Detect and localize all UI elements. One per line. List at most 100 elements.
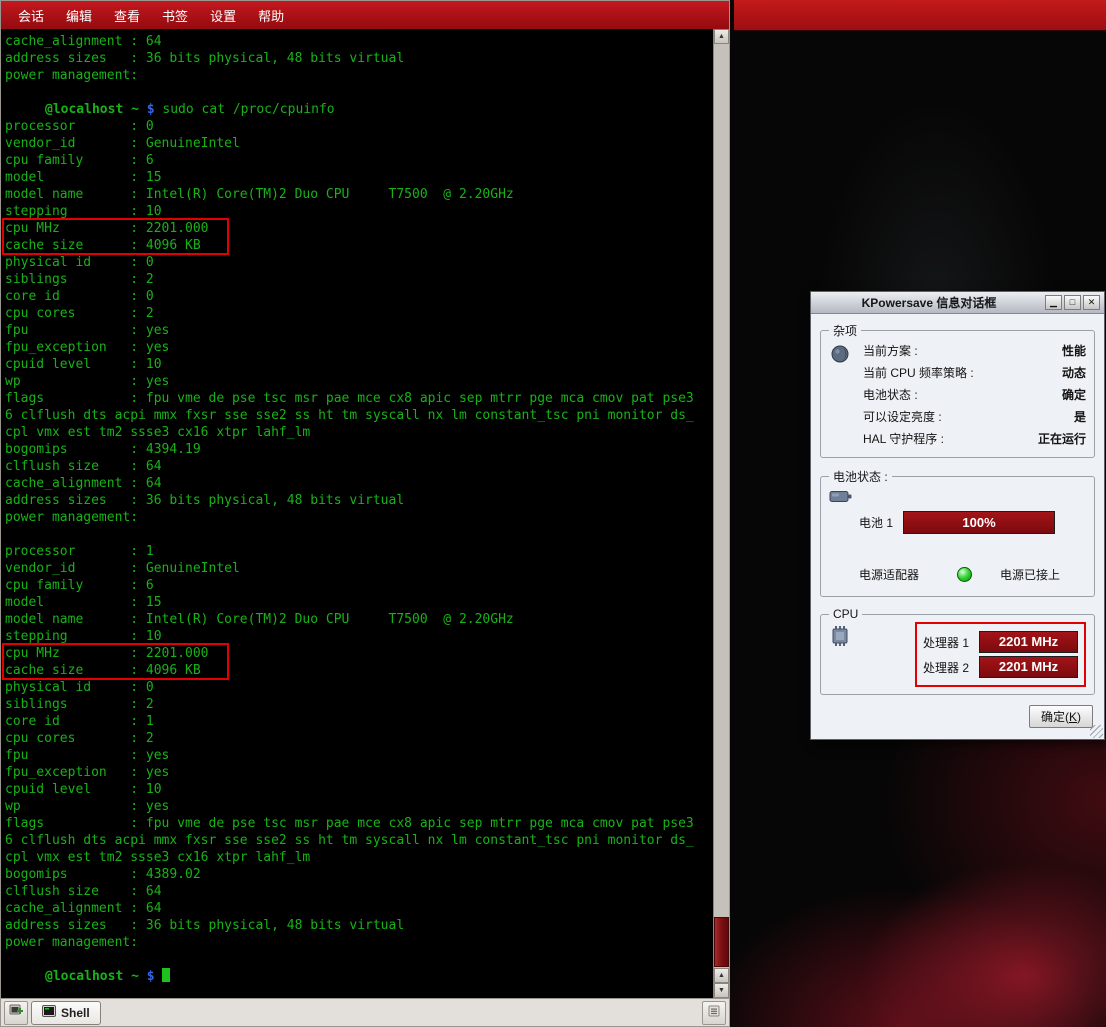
session-list-icon: [708, 1004, 720, 1022]
terminal-line: cpl vmx est tm2 ssse3 cx16 xtpr lahf_lm: [5, 424, 713, 441]
resize-grip[interactable]: [1090, 725, 1103, 738]
konsole-icon: [42, 1005, 56, 1020]
terminal-menubar: 会话编辑查看书签设置帮助: [1, 1, 729, 29]
terminal-line: [5, 951, 713, 968]
terminal-window: 会话编辑查看书签设置帮助 cache_alignment : 64address…: [0, 0, 730, 1027]
terminal-line: cache_alignment : 64: [5, 475, 713, 492]
terminal-line: core id : 1: [5, 713, 713, 730]
terminal-line: physical id : 0: [5, 254, 713, 271]
battery-group: 电池状态 : 电池 1 100% 电源适配器 电源已接上: [820, 468, 1095, 597]
misc-label: 电池状态 :: [863, 384, 918, 406]
terminal-line: siblings : 2: [5, 696, 713, 713]
terminal-line: cache_alignment : 64: [5, 900, 713, 917]
terminal-line: cpu family : 6: [5, 577, 713, 594]
terminal-line: power management:: [5, 934, 713, 951]
adapter-label: 电源适配器: [859, 566, 919, 583]
terminal-line: siblings : 2: [5, 271, 713, 288]
terminal-line: cpuid level : 10: [5, 781, 713, 798]
terminal-line: wp : yes: [5, 798, 713, 815]
terminal-line: 6 clflush dts acpi mmx fxsr sse sse2 ss …: [5, 832, 713, 849]
close-button[interactable]: ✕: [1083, 295, 1100, 310]
prompt-host: @localhost ~: [45, 102, 139, 117]
tab-label: Shell: [61, 1006, 90, 1020]
terminal-line: cpu family : 6: [5, 152, 713, 169]
terminal-line: [5, 526, 713, 543]
misc-row: HAL 守护程序 : 正在运行: [863, 428, 1086, 450]
adapter-led-icon: [957, 567, 972, 582]
terminal-line: core id : 0: [5, 288, 713, 305]
terminal-line: fpu : yes: [5, 322, 713, 339]
misc-row: 电池状态 :确定: [863, 384, 1086, 406]
terminal-line: clflush size : 64: [5, 883, 713, 900]
misc-label: 当前方案 :: [863, 340, 918, 362]
processor-frequency-bar: 2201 MHz: [979, 656, 1078, 678]
redacted-username: [5, 970, 45, 983]
menu-item-settings[interactable]: 设置: [199, 1, 247, 29]
kpowersave-dialog: KPowersave 信息对话框 ▁ □ ✕ 杂项 当前方案 :性能当前 CPU…: [810, 291, 1105, 740]
redacted-username: [5, 103, 45, 116]
prompt-symbol: $: [139, 102, 162, 117]
cpu-group-title: CPU: [829, 607, 862, 621]
menu-item-session[interactable]: 会话: [7, 1, 55, 29]
terminal-line: clflush size : 64: [5, 458, 713, 475]
tab-shell[interactable]: Shell: [31, 1001, 101, 1025]
terminal-line: flags : fpu vme de pse tsc msr pae mce c…: [5, 815, 713, 832]
terminal-cursor: [162, 968, 170, 982]
background-window-titlebar: [734, 0, 1106, 31]
scroll-thumb[interactable]: [714, 917, 729, 967]
terminal-line: cache size : 4096 KB: [5, 662, 713, 679]
terminal-line: model name : Intel(R) Core(TM)2 Duo CPU …: [5, 186, 713, 203]
scroll-up-button-2[interactable]: ▲: [714, 968, 729, 983]
menu-item-view[interactable]: 查看: [103, 1, 151, 29]
misc-group-title: 杂项: [829, 322, 861, 339]
session-list-button[interactable]: [702, 1001, 726, 1025]
terminal-line: power management:: [5, 67, 713, 84]
terminal-line: processor : 0: [5, 118, 713, 135]
battery-group-title: 电池状态 :: [829, 468, 892, 485]
misc-label: HAL 守护程序 :: [863, 428, 944, 450]
dialog-titlebar[interactable]: KPowersave 信息对话框 ▁ □ ✕: [811, 292, 1104, 314]
terminal-line: model : 15: [5, 594, 713, 611]
scroll-down-button[interactable]: ▼: [714, 983, 729, 998]
processor-frequency-bar: 2201 MHz: [979, 631, 1078, 653]
terminal-line: cpu MHz : 2201.000: [5, 645, 713, 662]
cpu-highlight-annotation: 处理器 12201 MHz处理器 22201 MHz: [915, 622, 1086, 687]
terminal-line: vendor_id : GenuineIntel: [5, 560, 713, 577]
scroll-track[interactable]: [714, 44, 729, 968]
misc-value: 正在运行: [1038, 428, 1086, 450]
dialog-title: KPowersave 信息对话框: [815, 294, 1043, 311]
menu-item-bookmarks[interactable]: 书签: [151, 1, 199, 29]
cpu-icon: [829, 622, 857, 650]
maximize-button[interactable]: □: [1064, 295, 1081, 310]
minimize-button[interactable]: ▁: [1045, 295, 1062, 310]
terminal-line: cache size : 4096 KB: [5, 237, 713, 254]
battery-icon: [829, 486, 1086, 507]
misc-group: 杂项 当前方案 :性能当前 CPU 频率策略 :动态电池状态 :确定可以设定亮度…: [820, 322, 1095, 458]
terminal-scrollbar[interactable]: ▲ ▲ ▼: [713, 29, 729, 998]
terminal-line: address sizes : 36 bits physical, 48 bit…: [5, 492, 713, 509]
scroll-up-button[interactable]: ▲: [714, 29, 729, 44]
ok-button[interactable]: 确定(K): [1029, 705, 1093, 728]
terminal-line: power management:: [5, 509, 713, 526]
terminal-line: address sizes : 36 bits physical, 48 bit…: [5, 917, 713, 934]
terminal-tabbar: Shell: [1, 998, 729, 1026]
new-session-button[interactable]: [4, 1001, 28, 1025]
battery-progressbar: 100%: [903, 511, 1055, 534]
terminal-line: model name : Intel(R) Core(TM)2 Duo CPU …: [5, 611, 713, 628]
terminal-line: bogomips : 4394.19: [5, 441, 713, 458]
processor-row: 处理器 22201 MHz: [923, 656, 1078, 678]
terminal-line: 6 clflush dts acpi mmx fxsr sse sse2 ss …: [5, 407, 713, 424]
adapter-row: 电源适配器 电源已接上: [859, 566, 1082, 583]
terminal-line: vendor_id : GenuineIntel: [5, 135, 713, 152]
menu-item-edit[interactable]: 编辑: [55, 1, 103, 29]
terminal-line: wp : yes: [5, 373, 713, 390]
processor-label: 处理器 1: [923, 634, 979, 651]
terminal-line: [5, 84, 713, 101]
misc-value: 性能: [1062, 340, 1086, 362]
battery-row: 电池 1 100%: [829, 511, 1086, 534]
terminal-line: fpu_exception : yes: [5, 764, 713, 781]
menu-item-help[interactable]: 帮助: [247, 1, 295, 29]
terminal-line: stepping : 10: [5, 203, 713, 220]
terminal-screen[interactable]: cache_alignment : 64address sizes : 36 b…: [1, 29, 713, 998]
terminal-line: cpuid level : 10: [5, 356, 713, 373]
